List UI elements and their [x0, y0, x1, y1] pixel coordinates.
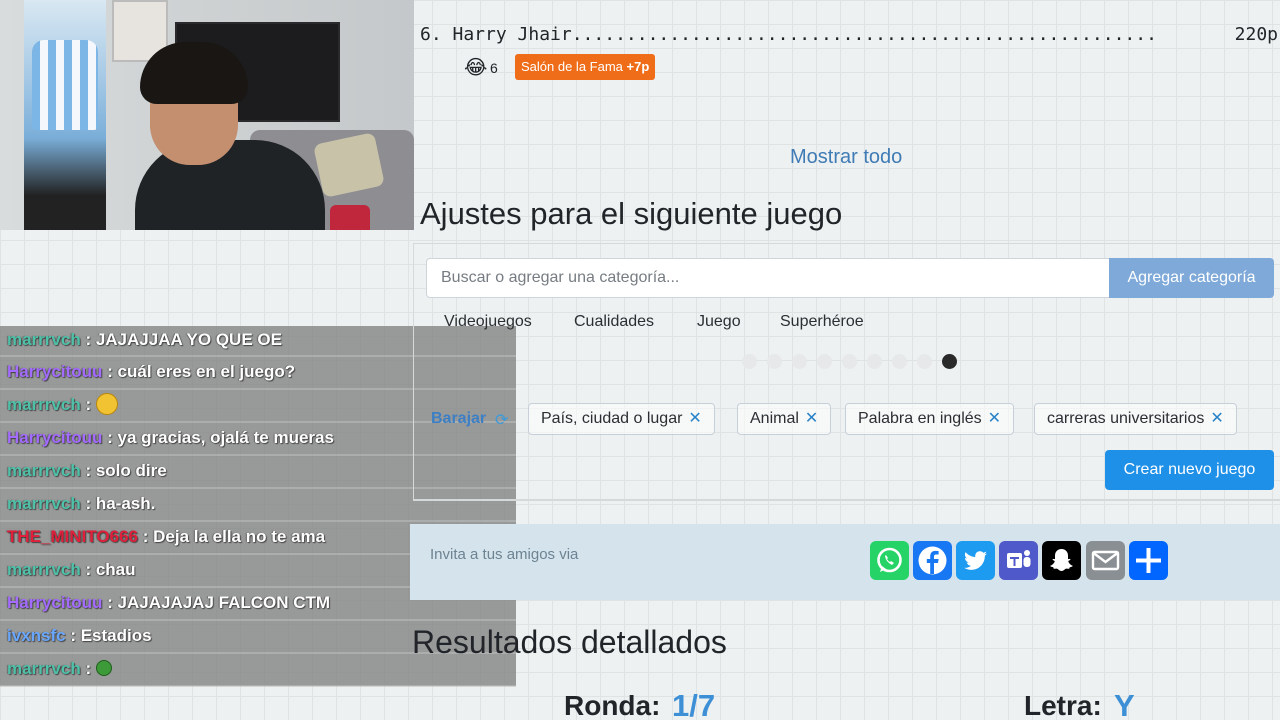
category-chip-label: Palabra en inglés	[858, 410, 982, 427]
chat-username[interactable]: Harrycitouu	[7, 593, 102, 612]
chat-text: : solo dire	[80, 461, 167, 480]
create-new-game-button[interactable]: Crear nuevo juego	[1105, 450, 1274, 490]
chat-username[interactable]: ivxnsfc	[7, 626, 66, 645]
chat-username[interactable]: Harrycitouu	[7, 362, 102, 381]
round-label: Ronda:	[564, 690, 661, 720]
email-icon[interactable]	[1086, 541, 1125, 580]
chat-text: : JAJAJAJAJ FALCON CTM	[102, 593, 331, 612]
twitter-icon[interactable]	[956, 541, 995, 580]
chat-username[interactable]: marrrvch	[7, 461, 81, 480]
teams-icon[interactable]	[999, 541, 1038, 580]
add-category-button[interactable]: Agregar categoría	[1109, 258, 1274, 298]
badge-bonus: +7p	[626, 59, 650, 74]
laugh-reaction-icon[interactable]: 😂	[464, 55, 487, 80]
webcam-overlay	[0, 0, 414, 230]
page-dot[interactable]	[917, 354, 932, 369]
show-all-link[interactable]: Mostrar todo	[790, 146, 902, 169]
badge-label: Salón de la Fama	[521, 59, 623, 74]
snapchat-icon[interactable]	[1042, 541, 1081, 580]
reaction-count: 6	[490, 60, 498, 76]
chat-username[interactable]: marrrvch	[7, 330, 81, 349]
round-value: 1/7	[672, 688, 716, 720]
page-dot[interactable]	[817, 354, 832, 369]
remove-icon[interactable]: ✕	[1210, 410, 1223, 427]
suggestion-juego[interactable]: Juego	[697, 313, 741, 331]
letter-value: Y	[1114, 688, 1135, 720]
category-chip: País, ciudad o lugar ✕	[528, 403, 715, 435]
ranking-points: 220p	[1234, 24, 1278, 45]
chat-text: : ya gracias, ojalá te mueras	[102, 428, 334, 447]
chat-username[interactable]: marrrvch	[7, 395, 81, 414]
ranking-entry: 6. Harry Jhair..........................…	[420, 24, 1157, 45]
page-dot[interactable]	[767, 354, 782, 369]
chat-text: : chau	[80, 560, 136, 579]
chat-text: : Estadios	[65, 626, 152, 645]
suggestion-videojuegos[interactable]: Videojuegos	[444, 313, 532, 331]
webcam-lamp	[330, 205, 370, 230]
refresh-icon[interactable]: ⟳	[495, 410, 508, 430]
category-chip-label: Animal	[750, 410, 799, 427]
page-dot[interactable]	[792, 354, 807, 369]
remove-icon[interactable]: ✕	[988, 410, 1001, 427]
page-dot[interactable]	[867, 354, 882, 369]
chat-text: :	[80, 659, 96, 678]
shuffle-button[interactable]: Barajar	[431, 410, 486, 428]
chat-username[interactable]: marrrvch	[7, 560, 81, 579]
chat-text: : ha-ash.	[80, 494, 156, 513]
chat-username[interactable]: marrrvch	[7, 494, 81, 513]
chat-username[interactable]: Harrycitouu	[7, 428, 102, 447]
category-chip-label: País, ciudad o lugar	[541, 410, 683, 427]
webcam-poster	[24, 0, 106, 230]
category-chip: carreras universitarios ✕	[1034, 403, 1237, 435]
suggestion-cualidades[interactable]: Cualidades	[574, 313, 654, 331]
letter-label: Letra:	[1024, 690, 1102, 720]
facebook-icon[interactable]	[913, 541, 952, 580]
settings-title: Ajustes para el siguiente juego	[420, 196, 843, 231]
page-dot[interactable]	[742, 354, 757, 369]
page-dot[interactable]	[892, 354, 907, 369]
chat-text: : Deja la ella no te ama	[138, 527, 326, 546]
remove-icon[interactable]: ✕	[688, 410, 701, 427]
page-dot-active[interactable]	[942, 354, 957, 369]
category-chip: Palabra en inglés ✕	[845, 403, 1015, 435]
category-search-input[interactable]	[426, 258, 1110, 298]
page-dot[interactable]	[842, 354, 857, 369]
category-chip: Animal ✕	[737, 403, 832, 435]
sick-emote	[95, 659, 112, 676]
invite-text: Invita a tus amigos via	[430, 546, 579, 563]
remove-icon[interactable]: ✕	[805, 410, 818, 427]
suggestion-superheroe[interactable]: Superhéroe	[780, 313, 864, 331]
chat-text: :	[80, 395, 96, 414]
chat-text: : cuál eres en el juego?	[102, 362, 296, 381]
results-title: Resultados detallados	[412, 624, 727, 660]
chat-text: : JAJAJJAA YO QUE OE	[80, 330, 282, 349]
category-chip-label: carreras universitarios	[1047, 410, 1205, 427]
chat-username[interactable]: marrrvch	[7, 659, 81, 678]
thinking-emote	[95, 392, 118, 415]
whatsapp-icon[interactable]	[870, 541, 909, 580]
more-share-icon[interactable]	[1129, 541, 1168, 580]
hall-of-fame-badge: Salón de la Fama +7p	[515, 54, 656, 80]
chat-username[interactable]: THE_MINITO666	[7, 527, 138, 546]
